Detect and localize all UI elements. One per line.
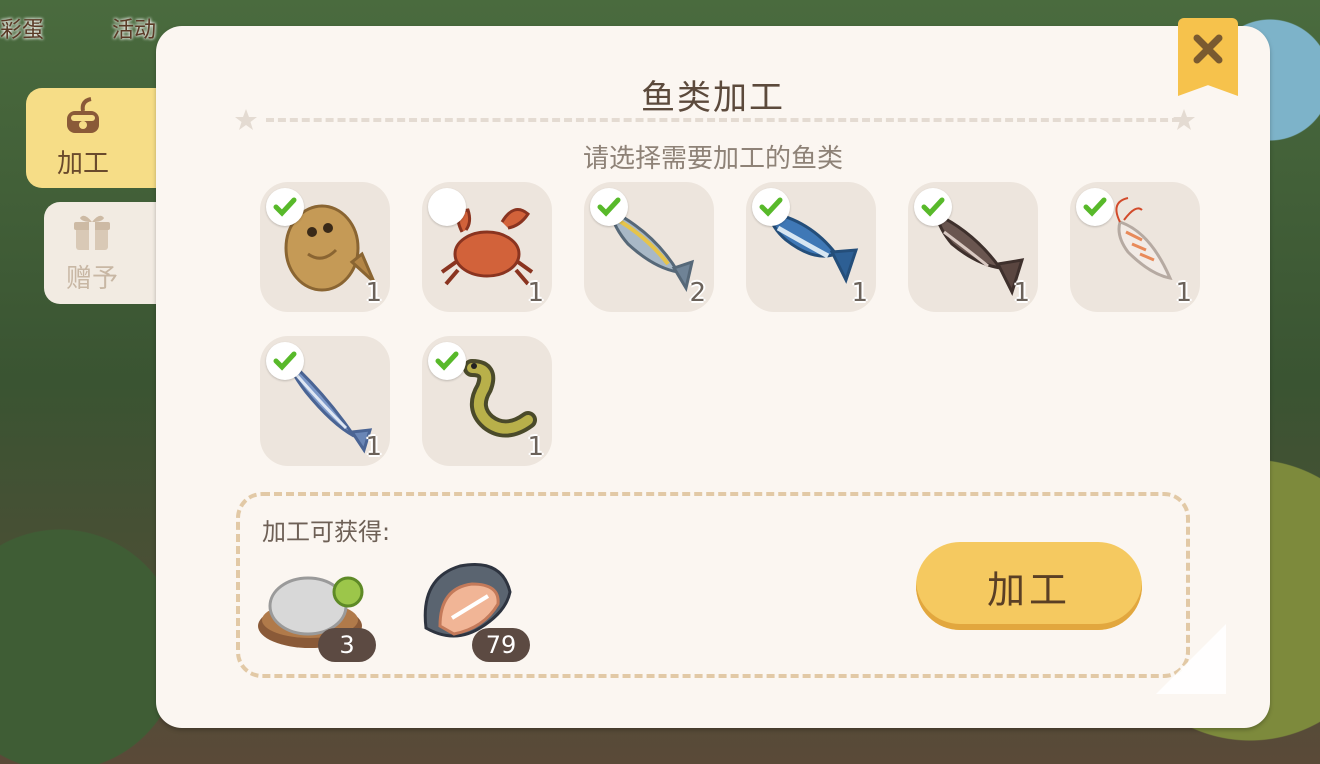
pot-icon xyxy=(67,96,99,133)
tab-process-label: 加工 xyxy=(56,148,109,179)
empty-checkbox xyxy=(428,188,466,226)
tab-gift-label: 赠予 xyxy=(65,263,118,294)
fish-count: 2 xyxy=(689,278,706,308)
star-icon xyxy=(235,109,257,130)
fish-count: 1 xyxy=(365,278,382,308)
checkmark-icon xyxy=(1076,188,1114,226)
checkmark-icon xyxy=(752,188,790,226)
fish-slot-tuna[interactable]: 1 xyxy=(746,182,876,312)
fish-processing-panel: 鱼类加工 请选择需要加工的鱼类 1 1 2 1 1 1 1 1 加工可获得: 3… xyxy=(156,26,1270,728)
gift-icon xyxy=(74,215,110,250)
reward-sea-salt[interactable]: 3 xyxy=(256,548,376,668)
fish-count: 1 xyxy=(527,278,544,308)
fish-slot-crab[interactable]: 1 xyxy=(422,182,552,312)
nav-activity[interactable]: 活动 xyxy=(112,12,156,44)
fish-count: 1 xyxy=(1013,278,1030,308)
checkmark-icon xyxy=(428,342,466,380)
checkmark-icon xyxy=(914,188,952,226)
fish-count: 1 xyxy=(1175,278,1192,308)
tab-gift[interactable]: 赠予 xyxy=(44,202,160,304)
checkmark-icon xyxy=(590,188,628,226)
close-button[interactable] xyxy=(1178,18,1238,96)
fish-slot-shrimp[interactable]: 1 xyxy=(1070,182,1200,312)
fish-slot-yellowfin[interactable]: 2 xyxy=(584,182,714,312)
reward-label: 加工可获得: xyxy=(262,518,391,546)
fish-slot-sturgeon[interactable]: 1 xyxy=(908,182,1038,312)
close-icon xyxy=(1193,34,1223,64)
fish-slot-eel[interactable]: 1 xyxy=(422,336,552,466)
reward-count: 79 xyxy=(472,628,530,662)
process-button[interactable]: 加工 xyxy=(916,542,1142,630)
title-divider xyxy=(266,118,1180,122)
panel-subtitle: 请选择需要加工的鱼类 xyxy=(582,144,843,174)
fish-count: 1 xyxy=(527,432,544,462)
star-icon xyxy=(1173,109,1195,130)
reward-count: 3 xyxy=(318,628,376,662)
fish-slot-saury[interactable]: 1 xyxy=(260,336,390,466)
checkmark-icon xyxy=(266,342,304,380)
checkmark-icon xyxy=(266,188,304,226)
nav-easter-egg[interactable]: 彩蛋 xyxy=(0,12,44,44)
reward-fish-steak[interactable]: 79 xyxy=(410,548,530,668)
fish-count: 1 xyxy=(365,432,382,462)
fish-count: 1 xyxy=(851,278,868,308)
tab-process[interactable]: 加工 xyxy=(26,88,160,188)
panel-title: 鱼类加工 xyxy=(641,78,785,118)
reward-box: 加工可获得: 3 79 加工 xyxy=(236,492,1190,678)
fish-slot-flounder[interactable]: 1 xyxy=(260,182,390,312)
